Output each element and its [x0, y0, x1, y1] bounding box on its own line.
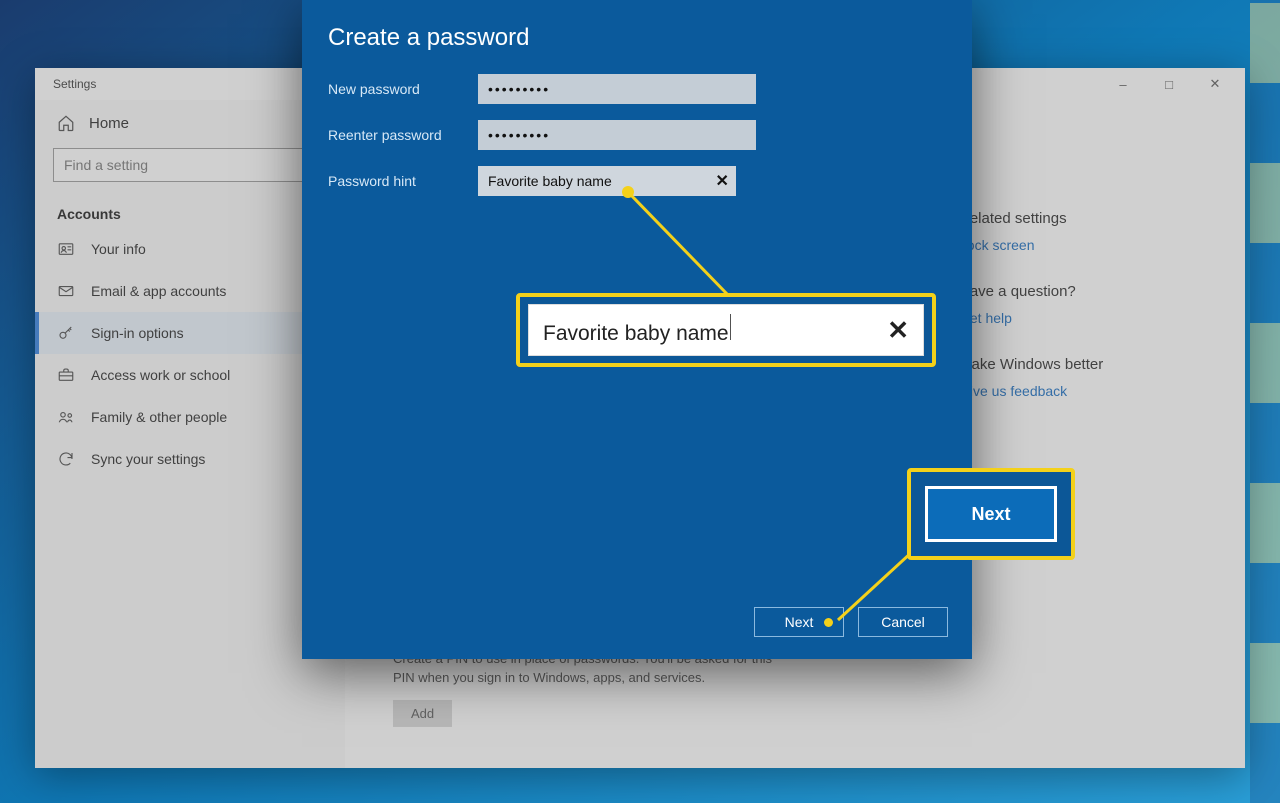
home-label: Home: [89, 115, 129, 132]
reenter-password-input[interactable]: [478, 120, 756, 150]
add-pin-button[interactable]: Add: [393, 700, 452, 727]
lock-screen-link[interactable]: Lock screen: [959, 237, 1209, 253]
sidebar-item-label: Family & other people: [91, 409, 227, 425]
make-better-heading: Make Windows better: [959, 356, 1209, 373]
mail-icon: [57, 282, 75, 300]
sidebar-item-label: Sync your settings: [91, 451, 205, 467]
callout-clear-icon[interactable]: ✕: [887, 315, 909, 346]
have-question-heading: Have a question?: [959, 283, 1209, 300]
settings-sidebar: Home Accounts Your info Email & app acco…: [35, 100, 345, 768]
maximize-button[interactable]: □: [1147, 70, 1191, 98]
new-password-input[interactable]: [478, 74, 756, 104]
sync-icon: [57, 450, 75, 468]
sidebar-item-family[interactable]: Family & other people: [35, 396, 345, 438]
password-hint-input[interactable]: [478, 166, 708, 196]
briefcase-icon: [57, 366, 75, 384]
related-settings-heading: Related settings: [959, 210, 1209, 227]
next-button-label: Next: [785, 614, 814, 630]
dialog-title: Create a password: [328, 24, 938, 52]
home-item[interactable]: Home: [35, 100, 345, 144]
clear-hint-button[interactable]: ✕: [708, 166, 736, 196]
callout-next-button[interactable]: Next: [925, 486, 1057, 542]
key-icon: [57, 324, 75, 342]
cancel-button[interactable]: Cancel: [858, 607, 948, 637]
password-hint-label: Password hint: [328, 173, 478, 189]
sidebar-item-label: Access work or school: [91, 367, 230, 383]
new-password-label: New password: [328, 81, 478, 97]
home-icon: [57, 114, 75, 132]
cancel-button-label: Cancel: [881, 614, 925, 630]
sidebar-item-work-school[interactable]: Access work or school: [35, 354, 345, 396]
get-help-link[interactable]: Get help: [959, 310, 1209, 326]
sidebar-item-label: Email & app accounts: [91, 283, 226, 299]
close-button[interactable]: ✕: [1193, 70, 1237, 98]
sidebar-item-label: Your info: [91, 241, 146, 257]
sidebar-item-email[interactable]: Email & app accounts: [35, 270, 345, 312]
people-icon: [57, 408, 75, 426]
callout-next-zoom: Next: [907, 468, 1075, 560]
callout-hint-zoom: Favorite baby name ✕: [516, 293, 936, 367]
sidebar-item-your-info[interactable]: Your info: [35, 228, 345, 270]
sidebar-item-sign-in-options[interactable]: Sign-in options: [35, 312, 345, 354]
sidebar-item-sync[interactable]: Sync your settings: [35, 438, 345, 480]
sidebar-section-accounts: Accounts: [35, 196, 345, 228]
reenter-password-label: Reenter password: [328, 127, 478, 143]
give-feedback-link[interactable]: Give us feedback: [959, 383, 1209, 399]
sidebar-item-label: Sign-in options: [91, 325, 184, 341]
window-title: Settings: [43, 77, 96, 91]
minimize-button[interactable]: –: [1101, 70, 1145, 98]
callout-hint-text: Favorite baby name: [543, 322, 729, 345]
contact-icon: [57, 240, 75, 258]
callout-next-label: Next: [971, 504, 1010, 525]
next-button[interactable]: Next: [754, 607, 844, 637]
